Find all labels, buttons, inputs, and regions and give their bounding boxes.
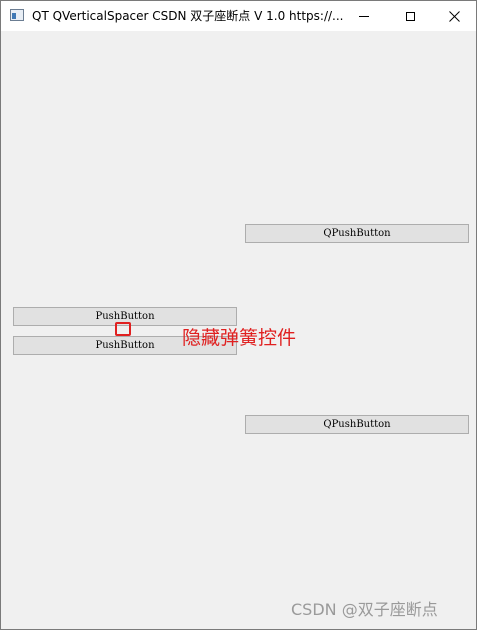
app-icon bbox=[10, 9, 24, 21]
minimize-icon bbox=[359, 15, 369, 17]
qpushbutton-bottom[interactable]: QPushButton bbox=[245, 415, 469, 434]
maximize-button[interactable] bbox=[387, 1, 433, 31]
title-bar[interactable]: QT QVerticalSpacer CSDN 双子座断点 V 1.0 http… bbox=[1, 1, 476, 31]
watermark: CSDN @双子座断点 bbox=[291, 600, 438, 619]
window-title: QT QVerticalSpacer CSDN 双子座断点 V 1.0 http… bbox=[32, 9, 344, 23]
maximize-icon bbox=[405, 11, 415, 21]
close-button[interactable] bbox=[431, 1, 477, 31]
close-icon bbox=[448, 10, 460, 22]
hidden-spacer-marker bbox=[115, 322, 131, 336]
annotation-label: 隐藏弹簧控件 bbox=[182, 327, 297, 349]
qpushbutton-top[interactable]: QPushButton bbox=[245, 224, 469, 243]
app-window: QT QVerticalSpacer CSDN 双子座断点 V 1.0 http… bbox=[0, 0, 477, 630]
minimize-button[interactable] bbox=[341, 1, 387, 31]
